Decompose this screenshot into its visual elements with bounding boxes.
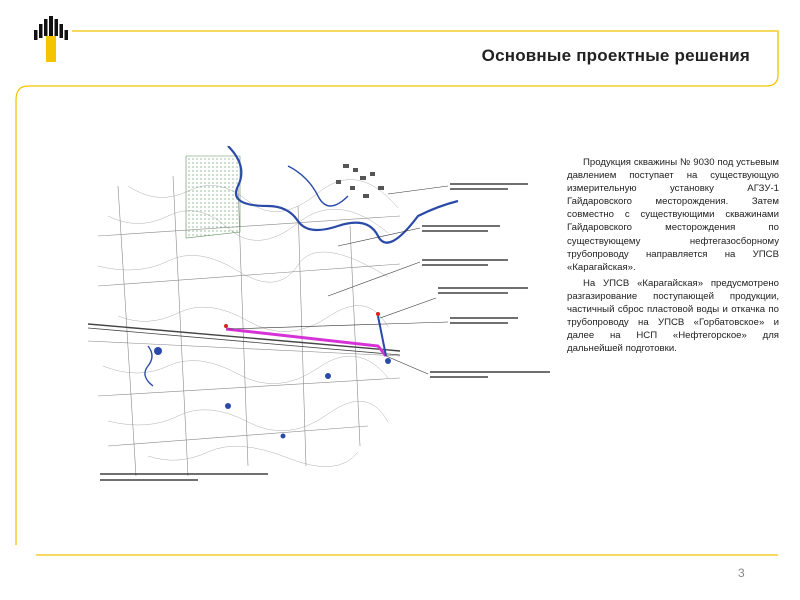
- company-logo: [34, 16, 68, 62]
- paragraph: На УПСВ «Карагайская» предусмотрено разг…: [567, 277, 779, 355]
- river: [227, 146, 459, 244]
- paragraph: Продукция скважины № 9030 под устьевым д…: [567, 157, 779, 273]
- slide-number: 3: [738, 566, 745, 580]
- forest-area: [185, 155, 241, 239]
- map-field-lines: [88, 175, 401, 477]
- body-text: Продукция скважины № 9030 под устьевым д…: [567, 156, 779, 358]
- settlement: [336, 164, 384, 198]
- page-title: Основные проектные решения: [481, 46, 750, 65]
- pipeline-route-map: [88, 146, 550, 481]
